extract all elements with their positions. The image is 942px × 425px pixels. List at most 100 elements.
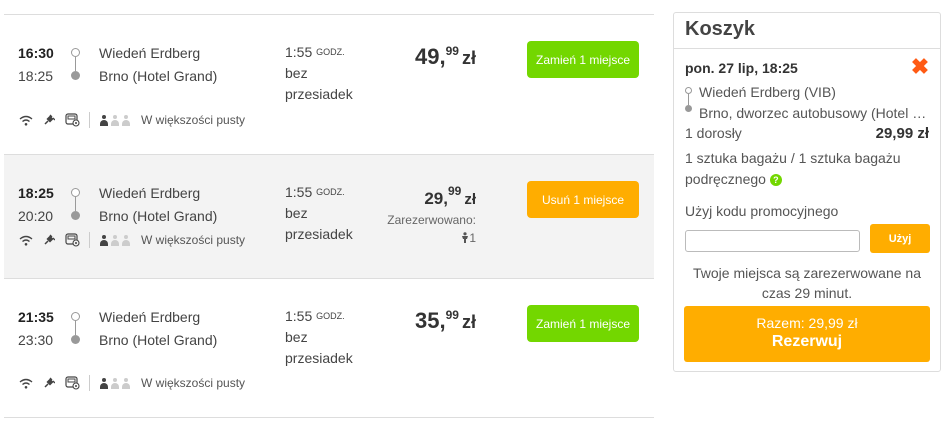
trip-times: 21:35 23:30 [18, 306, 58, 352]
trip-price: 35,99 zł [415, 308, 476, 334]
cart-passengers-price: 29,99 zł [875, 125, 929, 142]
trip-duration: 1:55 godz. bez przesiadek [285, 306, 365, 369]
trip-times: 18:25 20:20 [18, 182, 58, 228]
wifi-icon[interactable] [18, 233, 34, 247]
amenities: W większości pusty [18, 112, 245, 128]
bus-settings-icon[interactable] [64, 233, 80, 247]
cart-title: Koszyk [685, 18, 756, 40]
occupancy-label: W większości pusty [141, 376, 246, 390]
departure-station[interactable]: Wiedeń Erdberg [99, 306, 217, 329]
reserved-label: Zarezerwowano: [387, 213, 476, 227]
cart-arrival-station: Brno, dworzec autobusowy (Hotel Grand) [699, 105, 931, 121]
amenities-divider [89, 232, 90, 248]
arrival-time: 23:30 [18, 332, 54, 348]
price-decimal: 99 [445, 308, 459, 322]
book-button-label: Rezerwuj [771, 333, 843, 350]
trip-price: 49,99 zł [415, 44, 476, 70]
trip-row-selected[interactable]: 18:25 20:20 Wiedeń Erdberg Brno (Hotel G… [4, 154, 654, 278]
route-line-icon [70, 188, 82, 220]
cart-luggage-text: 1 sztuka bagażu / 1 sztuka bagażu podręc… [685, 150, 901, 187]
duration-value: 1:55 [285, 184, 313, 200]
promo-label: Użyj kodu promocyjnego [685, 203, 839, 219]
arrival-time: 18:25 [18, 68, 54, 84]
transfers-line2: przesiadek [285, 86, 353, 102]
trip-times: 16:30 18:25 [18, 42, 58, 88]
price-currency: zł [464, 191, 476, 208]
duration-unit: godz. [316, 311, 345, 321]
transfers-line1: bez [285, 205, 308, 221]
occupancy-icon [99, 234, 131, 246]
price-integer: 29, [424, 189, 448, 208]
price-decimal: 99 [445, 44, 459, 58]
price-integer: 49, [415, 44, 446, 69]
power-plug-icon[interactable] [41, 376, 57, 390]
duration-unit: godz. [316, 187, 345, 197]
cart-departure-station: Wiedeń Erdberg (VIB) [699, 84, 836, 100]
duration-value: 1:55 [285, 44, 313, 60]
trip-price: 29,99 zł [424, 184, 476, 209]
transfers-line2: przesiadek [285, 350, 353, 366]
trip-stations: Wiedeń Erdberg Brno (Hotel Grand) [99, 182, 217, 228]
trip-stations: Wiedeń Erdberg Brno (Hotel Grand) [99, 306, 217, 352]
cart-panel: Koszyk pon. 27 lip, 18:25 ✖ Wiedeń Erdbe… [673, 12, 941, 372]
arrival-station[interactable]: Brno (Hotel Grand) [99, 329, 217, 352]
departure-time: 21:35 [18, 309, 54, 325]
transfers-line1: bez [285, 65, 308, 81]
departure-time: 18:25 [18, 185, 54, 201]
wifi-icon[interactable] [18, 113, 34, 127]
trip-stations: Wiedeń Erdberg Brno (Hotel Grand) [99, 42, 217, 88]
promo-code-input[interactable] [685, 230, 860, 252]
cart-divider [674, 48, 940, 49]
cart-passengers-row: 1 dorosły 29,99 zł [685, 125, 929, 142]
remove-trip-icon[interactable]: ✖ [910, 56, 930, 78]
occupancy-label: W większości pusty [141, 233, 246, 247]
arrival-time: 20:20 [18, 208, 54, 224]
help-icon[interactable]: ? [769, 174, 782, 186]
arrival-station[interactable]: Brno (Hotel Grand) [99, 65, 217, 88]
remove-seat-button[interactable]: Usuń 1 miejsce [527, 181, 639, 218]
transfers-line1: bez [285, 329, 308, 345]
results-list: 16:30 18:25 Wiedeń Erdberg Brno (Hotel G… [4, 14, 654, 418]
power-plug-icon[interactable] [41, 233, 57, 247]
power-plug-icon[interactable] [41, 113, 57, 127]
cart-total: Razem: 29,99 zł [756, 315, 858, 331]
route-line-icon [70, 312, 82, 344]
swap-seat-button[interactable]: Zamień 1 miejsce [527, 305, 639, 342]
reserved-count: 1 [469, 231, 476, 245]
trip-duration: 1:55 godz. bez przesiadek [285, 42, 365, 105]
amenities: W większości pusty [18, 375, 245, 391]
cart-stations: Wiedeń Erdberg (VIB) Brno, dworzec autob… [699, 82, 931, 124]
trip-row[interactable]: 21:35 23:30 Wiedeń Erdberg Brno (Hotel G… [4, 278, 654, 418]
amenities-divider [89, 112, 90, 128]
bus-settings-icon[interactable] [64, 113, 80, 127]
amenities: W większości pusty [18, 232, 245, 248]
reservation-timer-note: Twoje miejsca są zarezerwowane na czas 2… [693, 265, 921, 301]
swap-seat-button[interactable]: Zamień 1 miejsce [527, 41, 639, 78]
apply-promo-button[interactable]: Użyj [870, 224, 930, 253]
price-currency: zł [461, 312, 476, 332]
duration-unit: godz. [316, 47, 345, 57]
book-button[interactable]: Razem: 29,99 zł Rezerwuj [684, 306, 930, 362]
occupancy-icon [99, 114, 131, 126]
bus-settings-icon[interactable] [64, 376, 80, 390]
trip-row[interactable]: 16:30 18:25 Wiedeń Erdberg Brno (Hotel G… [4, 14, 654, 154]
price-decimal: 99 [447, 184, 462, 198]
reserved-info: Zarezerwowano: 1 [387, 211, 476, 247]
occupancy-icon [99, 377, 131, 389]
transfers-line2: przesiadek [285, 226, 353, 242]
arrival-station[interactable]: Brno (Hotel Grand) [99, 205, 217, 228]
wifi-icon[interactable] [18, 376, 34, 390]
price-integer: 35, [415, 308, 446, 333]
duration-value: 1:55 [285, 308, 313, 324]
cart-passengers: 1 dorosły [685, 125, 742, 141]
route-line-icon [70, 48, 82, 80]
departure-station[interactable]: Wiedeń Erdberg [99, 42, 217, 65]
price-currency: zł [461, 48, 476, 68]
amenities-divider [89, 375, 90, 391]
departure-time: 16:30 [18, 45, 54, 61]
departure-station[interactable]: Wiedeń Erdberg [99, 182, 217, 205]
cart-trip-date: pon. 27 lip, 18:25 [685, 60, 798, 76]
trip-duration: 1:55 godz. bez przesiadek [285, 182, 365, 245]
occupancy-label: W większości pusty [141, 113, 246, 127]
reserved-pax: 1 [387, 229, 476, 247]
